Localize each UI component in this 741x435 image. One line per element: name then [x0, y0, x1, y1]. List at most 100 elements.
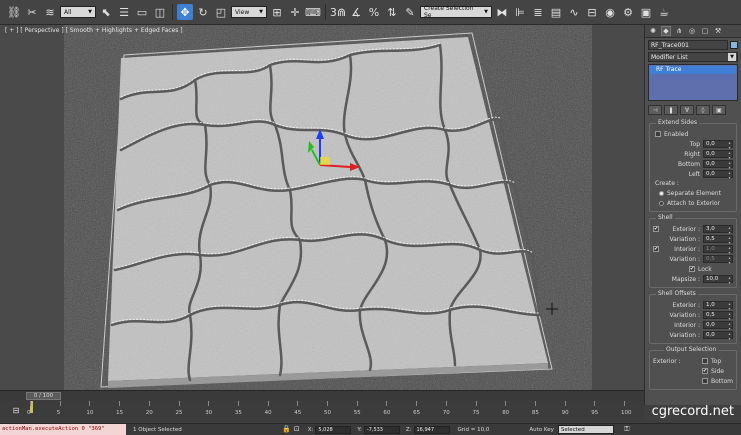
- variation-spinner[interactable]: 0,5: [703, 235, 733, 245]
- perspective-viewport[interactable]: [ + ] [ Perspective ] [ Smooth + Highlig…: [0, 25, 644, 390]
- utilities-tab-icon[interactable]: ⚒: [713, 26, 723, 36]
- object-name-field[interactable]: RF_Trace001: [648, 40, 728, 50]
- timeline-tick: [594, 401, 596, 406]
- left-label: Left: [688, 170, 700, 178]
- rollout-title[interactable]: Shell: [656, 214, 675, 221]
- interior-offset-spinner[interactable]: 0,0: [703, 321, 733, 331]
- move-icon[interactable]: ✥: [177, 4, 193, 20]
- configure-sets-icon[interactable]: ▣: [712, 105, 726, 115]
- bottom-spinner[interactable]: 0,0: [703, 160, 733, 170]
- timeline-tick: [416, 401, 418, 406]
- edit-named-sel-icon[interactable]: ✎: [402, 4, 418, 20]
- exterior-checkbox[interactable]: ✔: [653, 226, 659, 232]
- align-icon[interactable]: ⊫: [512, 4, 528, 20]
- timeline-tick: [297, 401, 299, 406]
- unlink-icon[interactable]: ✂: [24, 4, 40, 20]
- reference-coord-dropdown[interactable]: View ▼: [231, 6, 267, 18]
- variation-offset-spinner[interactable]: 0,5: [703, 311, 733, 321]
- timeline-tick-label: 10: [86, 410, 94, 416]
- snaps-toggle-icon[interactable]: 3 ⋒: [330, 4, 346, 20]
- selection-filter-dropdown[interactable]: All ▼: [60, 6, 96, 18]
- absolute-mode-icon[interactable]: ⊡: [292, 425, 302, 435]
- motion-tab-icon[interactable]: ◎: [687, 26, 697, 36]
- time-slider[interactable]: 0 / 100: [0, 390, 644, 401]
- maxscript-listener[interactable]: actionMan.executeAction 0 "369": [0, 424, 126, 435]
- right-spinner[interactable]: 0,0: [703, 150, 733, 160]
- graphite-icon[interactable]: ▤: [548, 4, 564, 20]
- chevron-down-icon: ▼: [728, 53, 736, 61]
- percent-snap-icon[interactable]: %: [366, 4, 382, 20]
- top-spinner[interactable]: 0,0: [703, 140, 733, 150]
- enabled-checkbox[interactable]: [655, 131, 661, 137]
- exterior-spinner[interactable]: 3,0: [703, 225, 733, 235]
- create-tab-icon[interactable]: ✺: [648, 26, 658, 36]
- timeline-tick: [30, 401, 31, 406]
- variation-label: Variation :: [669, 255, 700, 263]
- display-tab-icon[interactable]: ▢: [700, 26, 710, 36]
- render-icon[interactable]: ☕: [656, 4, 672, 20]
- manipulate-icon[interactable]: ✛: [287, 4, 303, 20]
- bottom-checkbox[interactable]: [702, 378, 708, 384]
- z-label: Z:: [405, 426, 412, 433]
- timeline-tick: [208, 401, 210, 406]
- bind-space-warp-icon[interactable]: ≋: [42, 4, 58, 20]
- top-checkbox[interactable]: [702, 358, 708, 364]
- make-unique-icon[interactable]: ∀: [680, 105, 694, 115]
- layer-icon[interactable]: ≣: [530, 4, 546, 20]
- interior-spinner[interactable]: 1,0: [703, 245, 733, 255]
- modify-tab-icon[interactable]: ◆: [661, 26, 671, 36]
- schematic-icon[interactable]: ⊟: [584, 4, 600, 20]
- rotate-icon[interactable]: ↻: [195, 4, 211, 20]
- select-by-name-icon[interactable]: ☰: [116, 4, 132, 20]
- spinner-snap-icon[interactable]: ⇅: [384, 4, 400, 20]
- x-coord-field[interactable]: 5,028: [315, 425, 352, 434]
- separate-element-radio[interactable]: [659, 190, 664, 196]
- side-checkbox[interactable]: ✔: [702, 368, 708, 374]
- modifier-stack[interactable]: RF Trace: [648, 64, 738, 101]
- render-setup-icon[interactable]: ⚙: [620, 4, 636, 20]
- interior-checkbox[interactable]: ✔: [653, 246, 659, 252]
- lock-checkbox[interactable]: ✔: [689, 266, 695, 272]
- hierarchy-tab-icon[interactable]: ⋔: [674, 26, 684, 36]
- curve-editor-icon[interactable]: ∿: [566, 4, 582, 20]
- key-filter-dropdown[interactable]: Selected: [557, 425, 614, 434]
- show-end-result-icon[interactable]: ❚: [664, 105, 678, 115]
- rollout-title[interactable]: Shell Offsets: [656, 290, 698, 297]
- named-selection-dropdown[interactable]: Create Selection Se ▼: [420, 5, 492, 19]
- variation2-offset-spinner[interactable]: 0,0: [703, 331, 733, 341]
- track-bar[interactable]: ⊟ 0 5 10 15 20 25 30 35 40 45 50 55 60 65 70 75 80 85 90 95…: [0, 401, 644, 421]
- timeline-tick-label: 50: [324, 410, 331, 416]
- pivot-center-icon[interactable]: ⊞: [269, 4, 285, 20]
- select-object-icon[interactable]: ⬉: [98, 4, 114, 20]
- mini-curve-editor-icon[interactable]: ⊟: [8, 403, 24, 419]
- viewport-label[interactable]: [ + ] [ Perspective ] [ Smooth + Highlig…: [5, 27, 183, 34]
- variation-spinner[interactable]: 0,5: [703, 255, 733, 265]
- object-color-swatch[interactable]: [730, 41, 738, 49]
- time-slider-thumb[interactable]: 0 / 100: [26, 392, 61, 400]
- keyboard-shortcut-icon[interactable]: ⌨: [305, 4, 321, 20]
- rollout-title[interactable]: Output Selection: [664, 346, 719, 353]
- window-crossing-icon[interactable]: ◫: [152, 4, 168, 20]
- left-spinner[interactable]: 0,0: [703, 170, 733, 180]
- mapsize-spinner[interactable]: 10,0: [703, 275, 733, 285]
- z-coord-field[interactable]: 16,947: [413, 425, 450, 434]
- pin-stack-icon[interactable]: ⊣: [648, 105, 662, 115]
- stack-item-rf-trace[interactable]: RF Trace: [650, 66, 736, 74]
- lock-selection-icon[interactable]: 🔒: [282, 425, 292, 435]
- rect-region-icon[interactable]: ▭: [134, 4, 150, 20]
- y-coord-field[interactable]: -7,533: [363, 425, 400, 434]
- auto-key-button[interactable]: Auto Key: [529, 427, 554, 433]
- scale-icon[interactable]: ◰: [213, 4, 229, 20]
- rollout-title[interactable]: Extend Sides: [656, 119, 700, 126]
- rendered-frame-icon[interactable]: ▣: [638, 4, 654, 20]
- key-icon[interactable]: ⚿: [622, 425, 632, 435]
- modifier-list-dropdown[interactable]: Modifier List ▼: [648, 52, 738, 62]
- material-editor-icon[interactable]: ◉: [602, 4, 618, 20]
- exterior-offset-spinner[interactable]: 1,0: [703, 301, 733, 311]
- y-label: Y:: [357, 426, 362, 433]
- attach-exterior-radio[interactable]: [659, 200, 664, 206]
- angle-snap-icon[interactable]: ∡: [348, 4, 364, 20]
- remove-modifier-icon[interactable]: ◊: [696, 105, 710, 115]
- link-icon[interactable]: ⛓: [6, 4, 22, 20]
- mirror-icon[interactable]: ⧓: [494, 4, 510, 20]
